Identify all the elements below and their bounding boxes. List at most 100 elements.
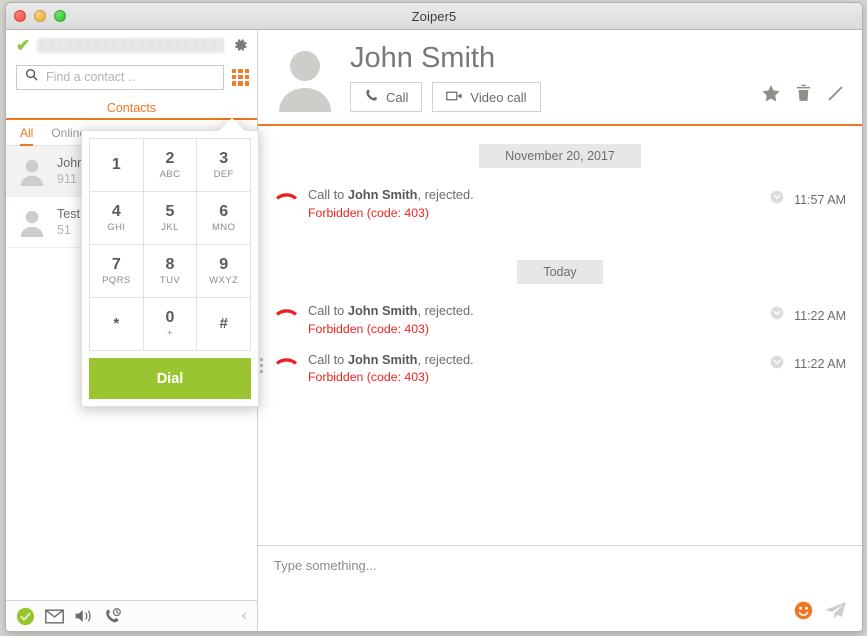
window-title: Zoiper5 [411, 8, 457, 24]
dial-key-letters: MNO [211, 221, 236, 233]
date-chip: November 20, 2017 [479, 144, 641, 168]
dial-key-5[interactable]: 5 JKL [143, 192, 198, 245]
dial-key-7[interactable]: 7 PQRS [90, 245, 144, 298]
dialpad-pointer [219, 118, 245, 131]
user-avatar-icon [16, 206, 48, 238]
chevron-down-circle-icon[interactable] [770, 355, 784, 374]
window-controls [14, 10, 66, 22]
dial-key-9[interactable]: 9 WXYZ [197, 245, 251, 298]
message-input[interactable] [274, 558, 846, 597]
call-log-suffix: , rejected. [417, 303, 474, 319]
dial-key-letters: JKL [161, 221, 179, 233]
speaker-icon[interactable] [74, 608, 93, 624]
call-log-contact: John Smith [347, 303, 418, 319]
contact-name: Test [57, 207, 80, 221]
star-icon[interactable] [762, 84, 780, 102]
call-log-summary: Call to John Smith, rejected. [308, 302, 760, 321]
call-log-time: 11:22 AM [794, 357, 846, 372]
conversation-log: November 20, 2017 Call to John Smith, re… [258, 126, 862, 545]
maximize-button[interactable] [54, 10, 66, 22]
call-log-contact: John Smith [347, 351, 418, 367]
dial-key-digit: 1 [111, 155, 121, 173]
chevron-down-circle-icon[interactable] [770, 190, 784, 209]
user-avatar-icon [16, 155, 48, 187]
call-log-entry[interactable]: Call to John Smith, rejected. Forbidden … [258, 345, 862, 393]
voicemail-icon[interactable] [45, 608, 64, 624]
date-chip: Today [517, 260, 603, 285]
pencil-icon[interactable] [827, 85, 844, 102]
close-button[interactable] [14, 10, 26, 22]
search-box[interactable] [16, 64, 224, 90]
dial-key-letters: GHI [107, 221, 126, 233]
dial-key-letters: + [167, 327, 173, 339]
call-log-time: 11:57 AM [794, 192, 846, 207]
dial-key-2[interactable]: 2 ABC [143, 139, 198, 192]
user-avatar-icon [274, 46, 336, 112]
dial-key-letters: DEF [213, 168, 234, 180]
chevron-down-circle-icon[interactable] [770, 306, 784, 325]
smiley-icon[interactable] [794, 601, 813, 620]
dial-key-digit: 5 [165, 203, 175, 221]
call-log-entry[interactable]: Call to John Smith, rejected. Forbidden … [258, 296, 862, 344]
contact-actions: Call Video call [350, 82, 748, 112]
call-button-label: Call [386, 89, 409, 105]
page-title: John Smith [350, 42, 496, 74]
dialpad-card: 1 2 ABC 3 DEF 4 GHI 5 JKL 6 MNO 7 PQRS 8… [81, 130, 259, 407]
call-history-icon[interactable] [103, 607, 122, 626]
list-item-text: Test 51 [57, 207, 80, 237]
dialpad-popup: 1 2 ABC 3 DEF 4 GHI 5 JKL 6 MNO 7 PQRS 8… [81, 118, 259, 407]
video-call-button-label: Video call [470, 89, 527, 105]
call-log-error: Forbidden (code: 403) [308, 370, 429, 385]
subtab-all[interactable]: All [20, 120, 34, 146]
trash-icon[interactable] [796, 84, 811, 102]
dial-key-6[interactable]: 6 MNO [197, 192, 251, 245]
account-row: ✔ [6, 30, 257, 60]
call-log-prefix: Call to [308, 303, 348, 319]
call-log-summary: Call to John Smith, rejected. [308, 186, 760, 205]
dial-key-digit: * [113, 315, 120, 333]
gear-icon[interactable] [231, 36, 249, 54]
sidebar-statusbar: ‹ [6, 600, 257, 631]
minimize-button[interactable] [34, 10, 46, 22]
search-input[interactable] [46, 70, 216, 84]
call-log-meta: 11:22 AM [770, 355, 846, 374]
dial-key-digit: 6 [219, 203, 229, 221]
dial-key-digit: 8 [165, 256, 175, 274]
call-rejected-icon [276, 356, 298, 374]
call-log-suffix: , rejected. [417, 187, 474, 202]
status-available-icon[interactable] [16, 607, 35, 626]
call-log-meta: 11:22 AM [770, 306, 846, 325]
chevron-left-icon[interactable]: ‹ [242, 607, 247, 625]
call-log-entry[interactable]: Call to John Smith, rejected. Forbidden … [258, 180, 862, 228]
dial-key-star[interactable]: * [90, 298, 144, 351]
call-button[interactable]: Call [350, 82, 423, 112]
sidebar: ✔ Find a contact .. Contacts All Online … [6, 30, 259, 631]
dial-key-letters: ABC [159, 168, 181, 180]
dial-key-letters: WXYZ [209, 274, 239, 286]
dial-key-hash[interactable]: # [197, 298, 251, 351]
message-composer [258, 545, 862, 631]
dial-key-letters: PQRS [102, 274, 131, 286]
dial-key-4[interactable]: 4 GHI [90, 192, 144, 245]
dial-button[interactable]: Dial [89, 358, 251, 399]
dial-key-1[interactable]: 1 [90, 139, 144, 192]
check-icon: ✔ [16, 35, 31, 55]
call-log-error: Forbidden (code: 403) [308, 321, 429, 336]
send-paper-plane-icon[interactable] [825, 601, 846, 619]
app-window: Zoiper5 ✔ Find a contact .. Contacts All… [5, 2, 863, 632]
dial-key-8[interactable]: 8 TUV [143, 245, 198, 298]
call-log-prefix: Call to [308, 187, 348, 202]
video-call-button[interactable]: Video call [432, 82, 541, 112]
search-icon [24, 67, 39, 87]
phone-icon [364, 88, 379, 106]
dial-key-letters: TUV [159, 274, 181, 286]
tab-contacts[interactable]: Contacts [6, 94, 257, 120]
dial-key-0[interactable]: 0 + [143, 298, 198, 351]
dial-key-3[interactable]: 3 DEF [197, 139, 251, 192]
call-log-suffix: , rejected. [417, 351, 474, 367]
main-panel: John Smith Call Video call November 20, … [258, 30, 862, 631]
dial-key-digit: 4 [111, 203, 121, 221]
grid-icon[interactable] [232, 68, 249, 86]
video-camera-icon [446, 90, 463, 105]
account-name-redacted[interactable] [37, 37, 224, 53]
